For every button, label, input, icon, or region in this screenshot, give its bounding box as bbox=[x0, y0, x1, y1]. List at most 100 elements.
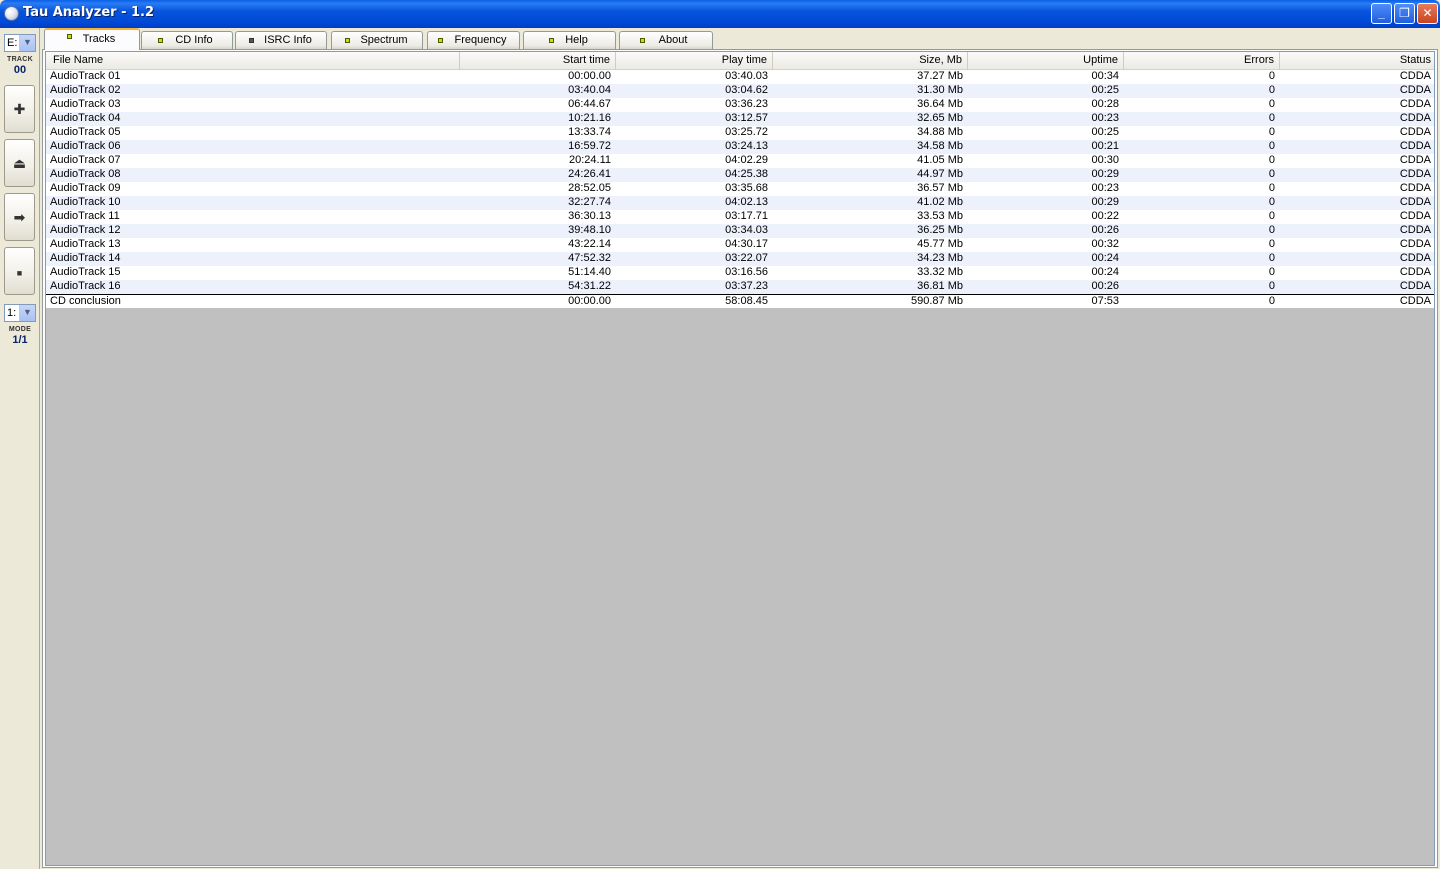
table-cell: 0 bbox=[1268, 295, 1275, 307]
table-cell: 00:26 bbox=[1091, 280, 1119, 292]
status-indicator-icon bbox=[640, 38, 645, 43]
table-cell: 32:27.74 bbox=[568, 196, 611, 208]
mode-caption: MODE bbox=[8, 326, 32, 333]
column-header-size[interactable]: Size, Mb bbox=[773, 52, 968, 70]
table-cell: 37.27 Mb bbox=[917, 70, 963, 82]
title-bar[interactable]: Tau Analyzer - 1.2 _ ❐ ✕ bbox=[0, 0, 1440, 28]
tab-frequency[interactable]: Frequency bbox=[427, 31, 520, 49]
table-row[interactable]: AudioTrack 10 32:27.74 04:02.13 41.02 Mb 00:… bbox=[46, 196, 1434, 210]
left-toolbar: E: ▼ TRACK 00 ✚ ⏏ ➡ ■ 1: ▼ MODE 1/1 bbox=[0, 28, 40, 869]
column-header-errors[interactable]: Errors bbox=[1124, 52, 1280, 70]
column-header-file-name[interactable]: File Name bbox=[46, 52, 460, 70]
drive-select[interactable]: E: ▼ bbox=[4, 34, 36, 52]
table-cell: CDDA bbox=[1399, 295, 1431, 307]
table-cell: 43:22.14 bbox=[568, 238, 611, 250]
table-row[interactable]: AudioTrack 05 13:33.74 03:25.72 34.88 Mb 00:… bbox=[46, 126, 1434, 140]
table-cell: 03:25.72 bbox=[725, 126, 768, 138]
table-cell: 44.97 Mb bbox=[917, 168, 963, 180]
table-cell: 41.02 Mb bbox=[917, 196, 963, 208]
table-row[interactable]: AudioTrack 01 00:00.00 03:40.03 37.27 Mb 00:… bbox=[46, 70, 1434, 84]
table-row[interactable]: AudioTrack 16 54:31.22 03:37.23 36.81 Mb 00:… bbox=[46, 280, 1434, 294]
table-cell: 54:31.22 bbox=[568, 280, 611, 292]
table-cell: AudioTrack 16 bbox=[50, 280, 121, 292]
table-cell: 0 bbox=[1268, 280, 1275, 292]
table-cell: 03:04.62 bbox=[725, 84, 768, 96]
table-row[interactable]: AudioTrack 06 16:59.72 03:24.13 34.58 Mb 00:… bbox=[46, 140, 1434, 154]
table-cell: CDDA bbox=[1399, 266, 1431, 278]
table-cell: CD conclusion bbox=[50, 295, 121, 307]
table-row[interactable]: AudioTrack 08 24:26.41 04:25.38 44.97 Mb 00:… bbox=[46, 168, 1434, 182]
tab-label: CD Info bbox=[175, 34, 213, 46]
table-cell: 0 bbox=[1268, 210, 1275, 222]
table-cell: AudioTrack 13 bbox=[50, 238, 121, 250]
table-cell: 47:52.32 bbox=[568, 252, 611, 264]
table-cell: 0 bbox=[1268, 84, 1275, 96]
stop-button[interactable]: ■ bbox=[4, 247, 35, 295]
tab-cd-info[interactable]: CD Info bbox=[141, 31, 233, 49]
drive-select-value: E: bbox=[7, 37, 18, 49]
close-button[interactable]: ✕ bbox=[1417, 3, 1438, 24]
column-header-start-time[interactable]: Start time bbox=[460, 52, 616, 70]
table-row[interactable]: AudioTrack 11 36:30.13 03:17.71 33.53 Mb 00:… bbox=[46, 210, 1434, 224]
tracks-panel: File Name Start time Play time Size, Mb … bbox=[42, 49, 1438, 868]
tab-help[interactable]: Help bbox=[523, 31, 616, 49]
table-cell: AudioTrack 05 bbox=[50, 126, 121, 138]
table-row[interactable]: AudioTrack 02 03:40.04 03:04.62 31.30 Mb 00:… bbox=[46, 84, 1434, 98]
column-header-uptime[interactable]: Uptime bbox=[968, 52, 1124, 70]
add-button[interactable]: ✚ bbox=[4, 85, 35, 133]
table-cell: 03:37.23 bbox=[725, 280, 768, 292]
tab-tracks[interactable]: Tracks bbox=[44, 28, 140, 50]
table-cell: CDDA bbox=[1399, 280, 1431, 292]
table-cell: CDDA bbox=[1399, 98, 1431, 110]
table-cell: 00:28 bbox=[1091, 98, 1119, 110]
tab-isrc-info[interactable]: ISRC Info bbox=[235, 31, 327, 49]
tracks-table[interactable]: File Name Start time Play time Size, Mb … bbox=[45, 51, 1435, 866]
table-cell: 00:22 bbox=[1091, 210, 1119, 222]
status-indicator-icon bbox=[438, 38, 443, 43]
minimize-button[interactable]: _ bbox=[1371, 3, 1392, 24]
table-cell: 00:24 bbox=[1091, 266, 1119, 278]
mode-select[interactable]: 1: ▼ bbox=[4, 304, 36, 322]
table-cell: CDDA bbox=[1399, 210, 1431, 222]
chevron-down-icon[interactable]: ▼ bbox=[19, 35, 35, 51]
table-row[interactable]: AudioTrack 04 10:21.16 03:12.57 32.65 Mb 00:… bbox=[46, 112, 1434, 126]
table-row[interactable]: AudioTrack 07 20:24.11 04:02.29 41.05 Mb 00:… bbox=[46, 154, 1434, 168]
table-cell: CDDA bbox=[1399, 182, 1431, 194]
table-cell: 58:08.45 bbox=[725, 295, 768, 307]
table-cell: 04:02.29 bbox=[725, 154, 768, 166]
table-cell: 0 bbox=[1268, 70, 1275, 82]
tab-about[interactable]: About bbox=[619, 31, 713, 49]
table-row[interactable]: AudioTrack 09 28:52.05 03:35.68 36.57 Mb 00:… bbox=[46, 182, 1434, 196]
chevron-down-icon[interactable]: ▼ bbox=[19, 305, 35, 321]
restore-button[interactable]: ❐ bbox=[1394, 3, 1415, 24]
play-button[interactable]: ➡ bbox=[4, 193, 35, 241]
table-cell: 0 bbox=[1268, 238, 1275, 250]
table-row[interactable]: AudioTrack 14 47:52.32 03:22.07 34.23 Mb 00:… bbox=[46, 252, 1434, 266]
table-cell: AudioTrack 02 bbox=[50, 84, 121, 96]
track-caption: TRACK bbox=[7, 56, 33, 63]
table-cell: 45.77 Mb bbox=[917, 238, 963, 250]
table-row[interactable]: AudioTrack 15 51:14.40 03:16.56 33.32 Mb 00:… bbox=[46, 266, 1434, 280]
table-cell: 590.87 Mb bbox=[911, 295, 963, 307]
tab-spectrum[interactable]: Spectrum bbox=[331, 31, 423, 49]
table-cell: 34.58 Mb bbox=[917, 140, 963, 152]
tab-label: About bbox=[658, 34, 688, 46]
table-row[interactable]: AudioTrack 03 06:44.67 03:36.23 36.64 Mb 00:… bbox=[46, 98, 1434, 112]
plus-icon: ✚ bbox=[13, 101, 26, 117]
app-window: Tau Analyzer - 1.2 _ ❐ ✕ E: ▼ TRACK 00 ✚… bbox=[0, 0, 1440, 869]
table-row[interactable]: AudioTrack 13 43:22.14 04:30.17 45.77 Mb 00:… bbox=[46, 238, 1434, 252]
column-header-play-time[interactable]: Play time bbox=[616, 52, 773, 70]
table-cell: 03:17.71 bbox=[725, 210, 768, 222]
table-cell: CDDA bbox=[1399, 168, 1431, 180]
table-cell: 04:25.38 bbox=[725, 168, 768, 180]
app-icon[interactable] bbox=[4, 6, 19, 21]
column-header-status[interactable]: Status bbox=[1280, 52, 1434, 70]
table-row[interactable]: AudioTrack 12 39:48.10 03:34.03 36.25 Mb 00:… bbox=[46, 224, 1434, 238]
table-cell: 13:33.74 bbox=[568, 126, 611, 138]
total-row[interactable]: CD conclusion 00:00.00 58:08.45 590.87 Mb 07… bbox=[46, 294, 1434, 308]
table-cell: 39:48.10 bbox=[568, 224, 611, 236]
status-indicator-icon bbox=[249, 38, 254, 43]
eject-button[interactable]: ⏏ bbox=[4, 139, 35, 187]
table-cell: 24:26.41 bbox=[568, 168, 611, 180]
window-title: Tau Analyzer - 1.2 bbox=[23, 5, 155, 20]
